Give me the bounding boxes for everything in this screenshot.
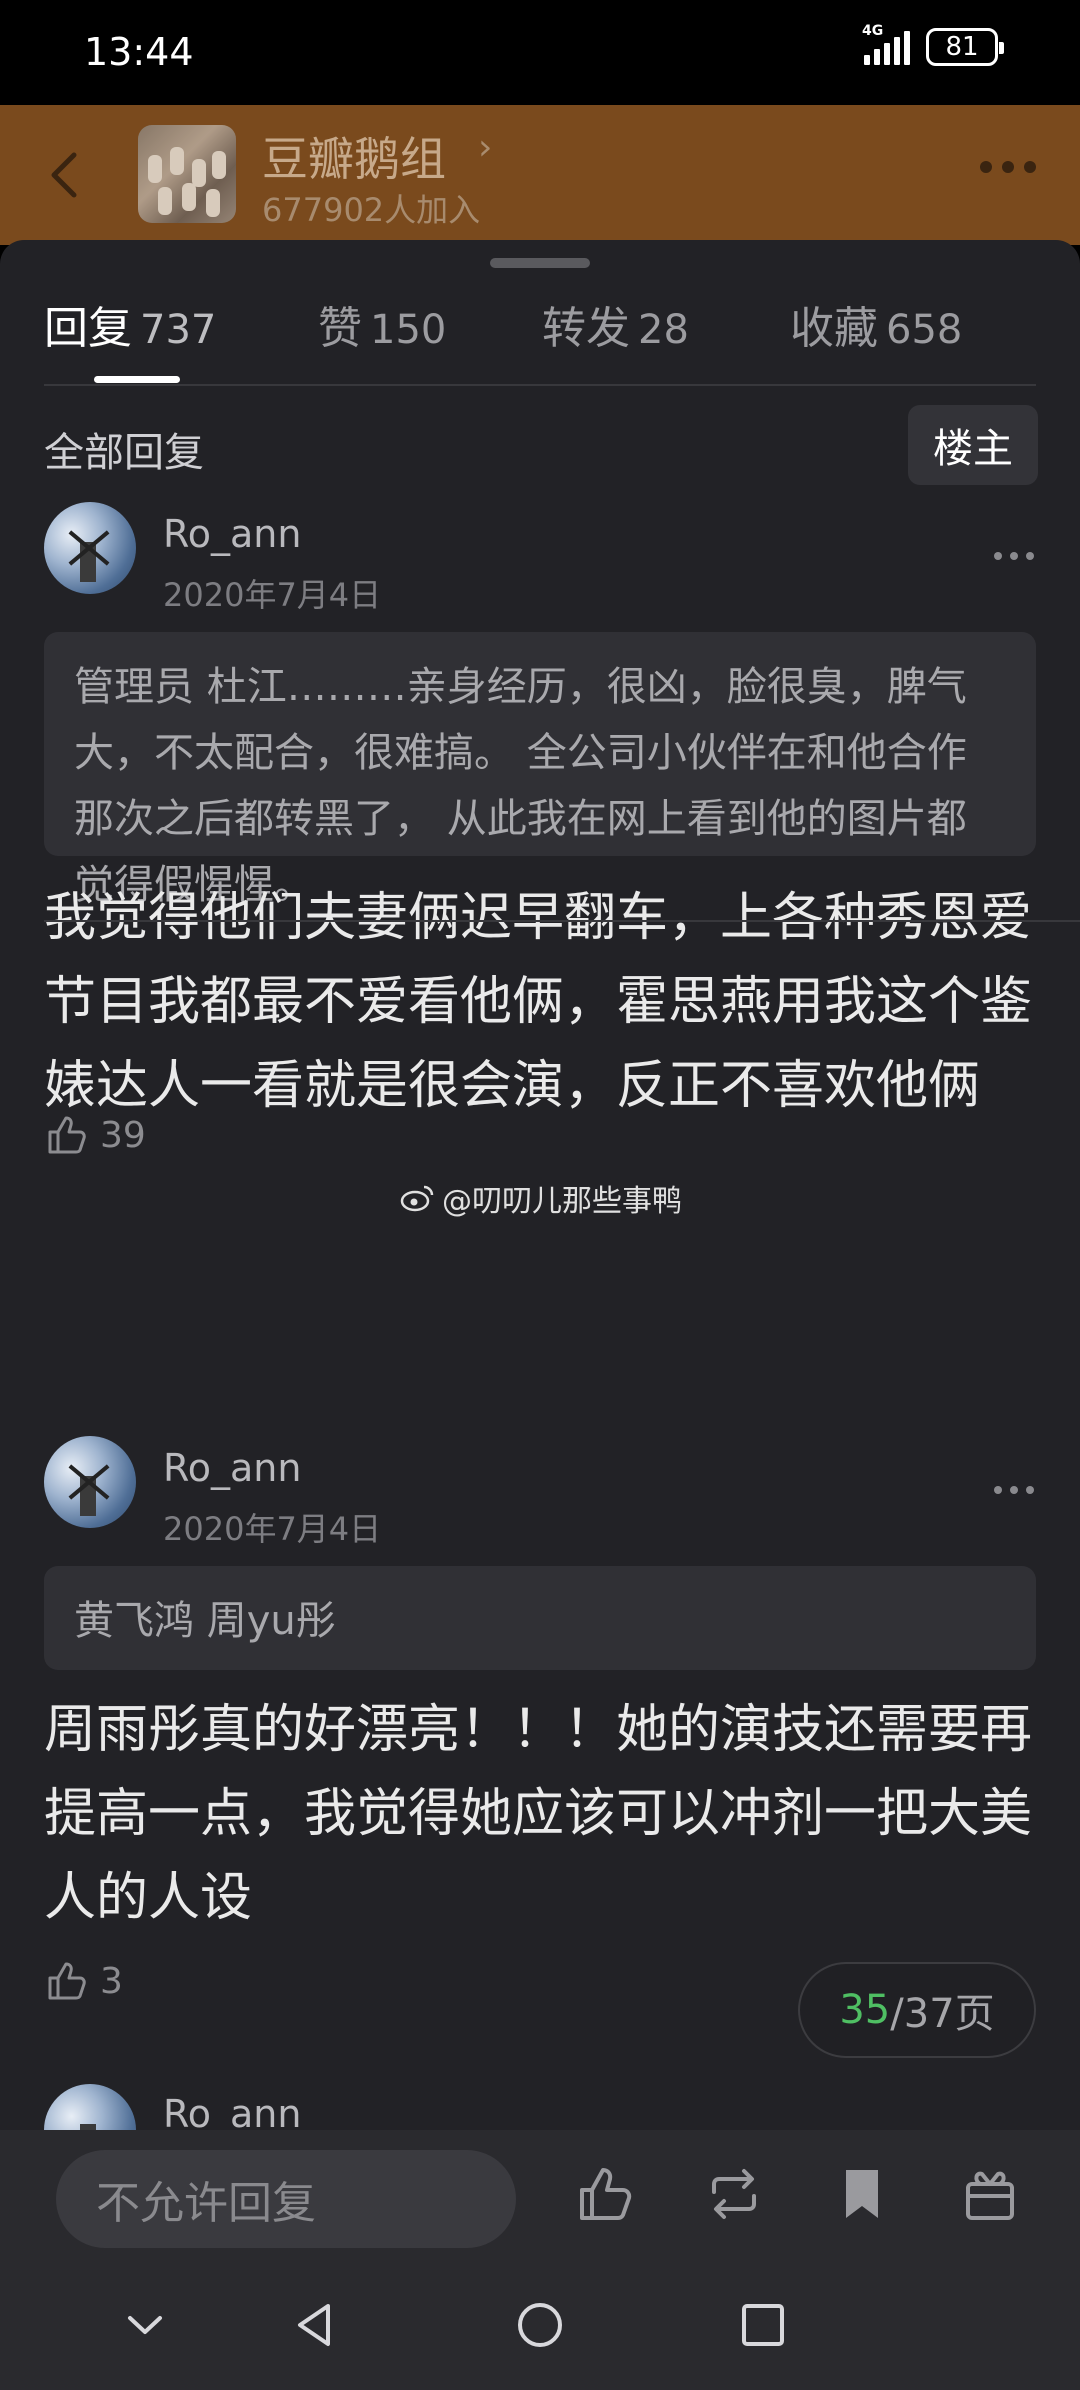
- tab-replies[interactable]: 回复 737: [44, 292, 216, 356]
- battery-icon: 81: [926, 28, 1004, 66]
- tab-likes[interactable]: 赞 150: [318, 292, 446, 356]
- tab-label: 收藏: [790, 303, 878, 354]
- more-icon[interactable]: [994, 552, 1034, 560]
- bottom-action-bar: 不允许回复: [0, 2130, 1080, 2260]
- chevron-down-icon[interactable]: [118, 2298, 172, 2352]
- signal-icon: 4G: [862, 23, 910, 65]
- reply-date: 2020年7月4日: [163, 576, 382, 614]
- tab-label: 转发: [542, 303, 630, 354]
- home-circle-icon[interactable]: [513, 2298, 567, 2352]
- like-button[interactable]: 3: [44, 1958, 123, 2004]
- page-total: /37页: [890, 1991, 995, 2037]
- tab-reposts[interactable]: 转发 28: [542, 292, 689, 356]
- system-nav-bar: [0, 2260, 1080, 2390]
- more-icon[interactable]: [980, 161, 1036, 173]
- recents-square-icon[interactable]: [736, 2298, 790, 2352]
- status-icons: 4G 81: [862, 23, 1004, 66]
- like-button[interactable]: 39: [44, 1112, 146, 1158]
- replies-sheet: 回复 737 赞 150 转发 28 收藏 658 全部回复 楼主 Ro_ann 202…: [0, 240, 1080, 2130]
- reply-username[interactable]: Ro_ann: [163, 2092, 301, 2130]
- reply-date: 2020年7月4日: [163, 1510, 382, 1548]
- group-members: 677902人加入: [262, 191, 481, 229]
- reply-username[interactable]: Ro_ann: [163, 512, 301, 556]
- tab-count: 737: [140, 307, 217, 353]
- reply-text: 我觉得他们夫妻俩迟早翻车，上各种秀恩爱节目我都最不爱看他俩，霍思燕用我这个鉴婊达…: [44, 888, 1033, 1116]
- reply-text: 周雨彤真的好漂亮！！！她的演技还需要再提高一点，我觉得她应该可以冲剂一把大美人的…: [44, 1700, 1033, 1928]
- avatar[interactable]: [44, 1436, 136, 1528]
- status-time: 13:44: [84, 30, 194, 74]
- quoted-reply[interactable]: 黄飞鸿 周yu彤: [44, 1566, 1036, 1670]
- all-replies-label[interactable]: 全部回复: [44, 420, 204, 478]
- gift-icon[interactable]: [958, 2162, 1022, 2226]
- quote-text: 杜江………亲身经历，很凶，脸很臭，脾气大，不太配合，很难搞。 全公司小伙伴在和他…: [74, 664, 967, 908]
- more-icon[interactable]: [994, 1486, 1034, 1494]
- thumbs-up-icon[interactable]: [574, 2162, 638, 2226]
- op-only-button[interactable]: 楼主: [908, 405, 1038, 485]
- watermark-text: @叨叨儿那些事鸭: [442, 1184, 682, 1219]
- bookmark-icon[interactable]: [830, 2162, 894, 2226]
- drag-handle[interactable]: [490, 258, 590, 268]
- page-indicator[interactable]: 35/37页: [798, 1962, 1036, 2058]
- avatar[interactable]: [44, 502, 136, 594]
- quote-author: 管理员: [74, 664, 194, 710]
- quote-text: 周yu彤: [206, 1598, 336, 1644]
- tab-label: 赞: [318, 303, 362, 354]
- reply-input[interactable]: 不允许回复: [56, 2150, 516, 2248]
- tab-bar: 回复 737 赞 150 转发 28 收藏 658: [0, 292, 1080, 382]
- avatar[interactable]: [44, 2084, 136, 2130]
- status-bar: 13:44 4G 81: [0, 0, 1080, 105]
- network-label: 4G: [862, 23, 884, 39]
- like-count: 3: [100, 1960, 123, 2002]
- thumbs-up-icon: [48, 1962, 86, 2000]
- page-current: 35: [839, 1987, 891, 2033]
- tab-count: 150: [370, 307, 447, 353]
- quoted-reply[interactable]: 管理员 杜江………亲身经历，很凶，脸很臭，脾气大，不太配合，很难搞。 全公司小伙…: [44, 632, 1036, 908]
- group-avatar[interactable]: [138, 125, 236, 223]
- tab-count: 658: [886, 307, 963, 353]
- watermark: @叨叨儿那些事鸭: [400, 1176, 682, 1220]
- tab-favorites[interactable]: 收藏 658: [790, 292, 962, 356]
- group-name[interactable]: 豆瓣鹅组: [262, 123, 446, 189]
- divider: [44, 384, 1036, 386]
- repost-icon[interactable]: [702, 2162, 766, 2226]
- group-header: 豆瓣鹅组 › 677902人加入: [0, 105, 1080, 245]
- back-triangle-icon[interactable]: [288, 2298, 342, 2352]
- like-count: 39: [100, 1114, 146, 1156]
- back-arrow-icon[interactable]: [38, 145, 98, 205]
- quote-author: 黄飞鸿: [74, 1598, 194, 1644]
- tab-label: 回复: [44, 303, 132, 354]
- thumbs-up-icon: [48, 1116, 86, 1154]
- tab-count: 28: [638, 307, 689, 353]
- reply-username[interactable]: Ro_ann: [163, 1446, 301, 1490]
- tab-indicator: [94, 376, 180, 383]
- battery-level: 81: [945, 32, 979, 62]
- weibo-icon: [400, 1185, 434, 1212]
- chevron-right-icon[interactable]: ›: [478, 127, 492, 168]
- divider: [44, 920, 1080, 922]
